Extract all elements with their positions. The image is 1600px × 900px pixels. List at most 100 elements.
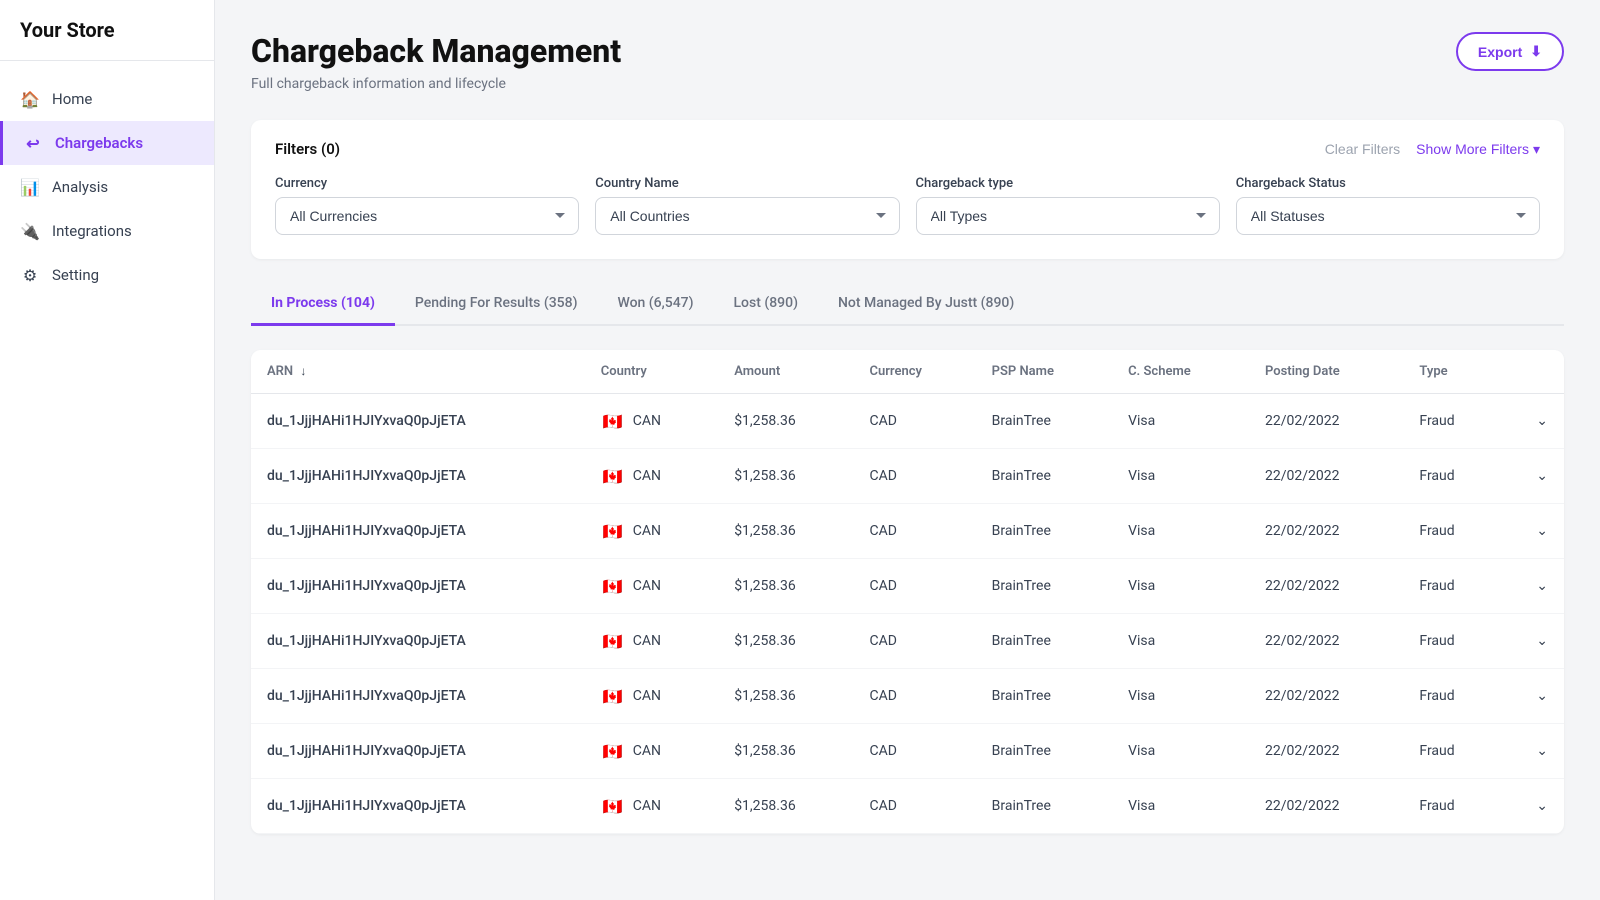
- cell-date: 22/02/2022: [1249, 779, 1403, 834]
- type-label: Chargeback type: [916, 176, 1220, 191]
- table-row[interactable]: du_1JjjHAHi1HJIYxvaQ0pJjETA 🇨🇦 CAN $1,25…: [251, 449, 1564, 504]
- filter-type: Chargeback type All TypesFraudDisputePro…: [916, 176, 1220, 235]
- country-code: CAN: [633, 743, 661, 759]
- cell-scheme: Visa: [1112, 724, 1249, 779]
- download-icon: ⬇: [1530, 43, 1542, 60]
- cell-psp: BrainTree: [976, 614, 1112, 669]
- col-type: Type: [1403, 350, 1500, 394]
- status-select[interactable]: All StatusesIn ProcessPending For Result…: [1236, 197, 1540, 235]
- cell-arn: du_1JjjHAHi1HJIYxvaQ0pJjETA: [251, 394, 585, 449]
- cell-date: 22/02/2022: [1249, 449, 1403, 504]
- cell-country: 🇨🇦 CAN: [585, 724, 718, 779]
- sidebar-item-home[interactable]: 🏠 Home: [0, 77, 214, 121]
- integrations-icon: 🔌: [20, 221, 40, 241]
- show-more-filters-button[interactable]: Show More Filters ▾: [1416, 141, 1540, 158]
- cell-amount: $1,258.36: [718, 449, 853, 504]
- flag-icon: 🇨🇦: [601, 412, 625, 430]
- cell-type: Fraud: [1403, 614, 1500, 669]
- home-icon: 🏠: [20, 89, 40, 109]
- cell-scheme: Visa: [1112, 449, 1249, 504]
- cell-type: Fraud: [1403, 779, 1500, 834]
- analysis-icon: 📊: [20, 177, 40, 197]
- col-psp_name: PSP Name: [976, 350, 1112, 394]
- sidebar-item-label: Integrations: [52, 222, 132, 240]
- table-row[interactable]: du_1JjjHAHi1HJIYxvaQ0pJjETA 🇨🇦 CAN $1,25…: [251, 394, 1564, 449]
- chargebacks-table: ARN ↓CountryAmountCurrencyPSP NameC. Sch…: [251, 350, 1564, 834]
- sidebar-item-setting[interactable]: ⚙ Setting: [0, 253, 214, 297]
- cell-type: Fraud: [1403, 449, 1500, 504]
- tab-not_managed[interactable]: Not Managed By Justt (890): [818, 283, 1034, 326]
- chargebacks-icon: ↩: [23, 133, 43, 153]
- cell-date: 22/02/2022: [1249, 669, 1403, 724]
- col-country: Country: [585, 350, 718, 394]
- tab-won[interactable]: Won (6,547): [597, 283, 713, 326]
- cell-arn: du_1JjjHAHi1HJIYxvaQ0pJjETA: [251, 724, 585, 779]
- col-posting_date: Posting Date: [1249, 350, 1403, 394]
- cell-arn: du_1JjjHAHi1HJIYxvaQ0pJjETA: [251, 614, 585, 669]
- table-row[interactable]: du_1JjjHAHi1HJIYxvaQ0pJjETA 🇨🇦 CAN $1,25…: [251, 779, 1564, 834]
- flag-icon: 🇨🇦: [601, 687, 625, 705]
- tabs-bar: In Process (104)Pending For Results (358…: [251, 283, 1564, 326]
- col-arn[interactable]: ARN ↓: [251, 350, 585, 394]
- table-body: du_1JjjHAHi1HJIYxvaQ0pJjETA 🇨🇦 CAN $1,25…: [251, 394, 1564, 834]
- cell-amount: $1,258.36: [718, 614, 853, 669]
- filters-actions: Clear Filters Show More Filters ▾: [1325, 141, 1540, 158]
- flag-icon: 🇨🇦: [601, 742, 625, 760]
- table-row[interactable]: du_1JjjHAHi1HJIYxvaQ0pJjETA 🇨🇦 CAN $1,25…: [251, 504, 1564, 559]
- sidebar: Your Store 🏠 Home ↩ Chargebacks 📊 Analys…: [0, 0, 215, 900]
- table-panel: ARN ↓CountryAmountCurrencyPSP NameC. Sch…: [251, 350, 1564, 834]
- cell-amount: $1,258.36: [718, 669, 853, 724]
- sidebar-item-chargebacks[interactable]: ↩ Chargebacks: [0, 121, 214, 165]
- tab-in_process[interactable]: In Process (104): [251, 283, 395, 326]
- flag-icon: 🇨🇦: [601, 467, 625, 485]
- tab-lost[interactable]: Lost (890): [714, 283, 818, 326]
- cell-date: 22/02/2022: [1249, 559, 1403, 614]
- row-expand-button[interactable]: ⌄: [1501, 724, 1564, 779]
- show-more-label: Show More Filters: [1416, 141, 1529, 157]
- sidebar-item-integrations[interactable]: 🔌 Integrations: [0, 209, 214, 253]
- row-expand-button[interactable]: ⌄: [1501, 614, 1564, 669]
- country-code: CAN: [633, 578, 661, 594]
- tab-pending[interactable]: Pending For Results (358): [395, 283, 598, 326]
- row-expand-button[interactable]: ⌄: [1501, 669, 1564, 724]
- export-button[interactable]: Export ⬇: [1456, 32, 1564, 71]
- cell-amount: $1,258.36: [718, 779, 853, 834]
- row-expand-button[interactable]: ⌄: [1501, 559, 1564, 614]
- sort-icon: ↓: [300, 364, 306, 378]
- filter-status: Chargeback Status All StatusesIn Process…: [1236, 176, 1540, 235]
- cell-amount: $1,258.36: [718, 394, 853, 449]
- page-subtitle: Full chargeback information and lifecycl…: [251, 76, 621, 92]
- type-select[interactable]: All TypesFraudDisputeProcessing Error: [916, 197, 1220, 235]
- table-head: ARN ↓CountryAmountCurrencyPSP NameC. Sch…: [251, 350, 1564, 394]
- cell-date: 22/02/2022: [1249, 504, 1403, 559]
- cell-scheme: Visa: [1112, 504, 1249, 559]
- cell-psp: BrainTree: [976, 669, 1112, 724]
- row-expand-button[interactable]: ⌄: [1501, 779, 1564, 834]
- table-row[interactable]: du_1JjjHAHi1HJIYxvaQ0pJjETA 🇨🇦 CAN $1,25…: [251, 669, 1564, 724]
- country-code: CAN: [633, 413, 661, 429]
- sidebar-nav: 🏠 Home ↩ Chargebacks 📊 Analysis 🔌 Integr…: [0, 61, 214, 313]
- cell-arn: du_1JjjHAHi1HJIYxvaQ0pJjETA: [251, 449, 585, 504]
- row-expand-button[interactable]: ⌄: [1501, 504, 1564, 559]
- cell-arn: du_1JjjHAHi1HJIYxvaQ0pJjETA: [251, 504, 585, 559]
- cell-currency: CAD: [853, 394, 975, 449]
- cell-country: 🇨🇦 CAN: [585, 559, 718, 614]
- table-row[interactable]: du_1JjjHAHi1HJIYxvaQ0pJjETA 🇨🇦 CAN $1,25…: [251, 724, 1564, 779]
- status-label: Chargeback Status: [1236, 176, 1540, 191]
- flag-icon: 🇨🇦: [601, 577, 625, 595]
- sidebar-item-analysis[interactable]: 📊 Analysis: [0, 165, 214, 209]
- table-row[interactable]: du_1JjjHAHi1HJIYxvaQ0pJjETA 🇨🇦 CAN $1,25…: [251, 614, 1564, 669]
- clear-filters-button[interactable]: Clear Filters: [1325, 141, 1400, 157]
- cell-currency: CAD: [853, 504, 975, 559]
- table-row[interactable]: du_1JjjHAHi1HJIYxvaQ0pJjETA 🇨🇦 CAN $1,25…: [251, 559, 1564, 614]
- country-code: CAN: [633, 523, 661, 539]
- cell-psp: BrainTree: [976, 724, 1112, 779]
- country-select[interactable]: All CountriesCanadaUnited StatesUnited K…: [595, 197, 899, 235]
- row-expand-button[interactable]: ⌄: [1501, 394, 1564, 449]
- currency-select[interactable]: All CurrenciesUSDCADEURGBP: [275, 197, 579, 235]
- main-content: Chargeback Management Full chargeback in…: [215, 0, 1600, 900]
- cell-scheme: Visa: [1112, 559, 1249, 614]
- country-code: CAN: [633, 633, 661, 649]
- row-expand-button[interactable]: ⌄: [1501, 449, 1564, 504]
- cell-scheme: Visa: [1112, 394, 1249, 449]
